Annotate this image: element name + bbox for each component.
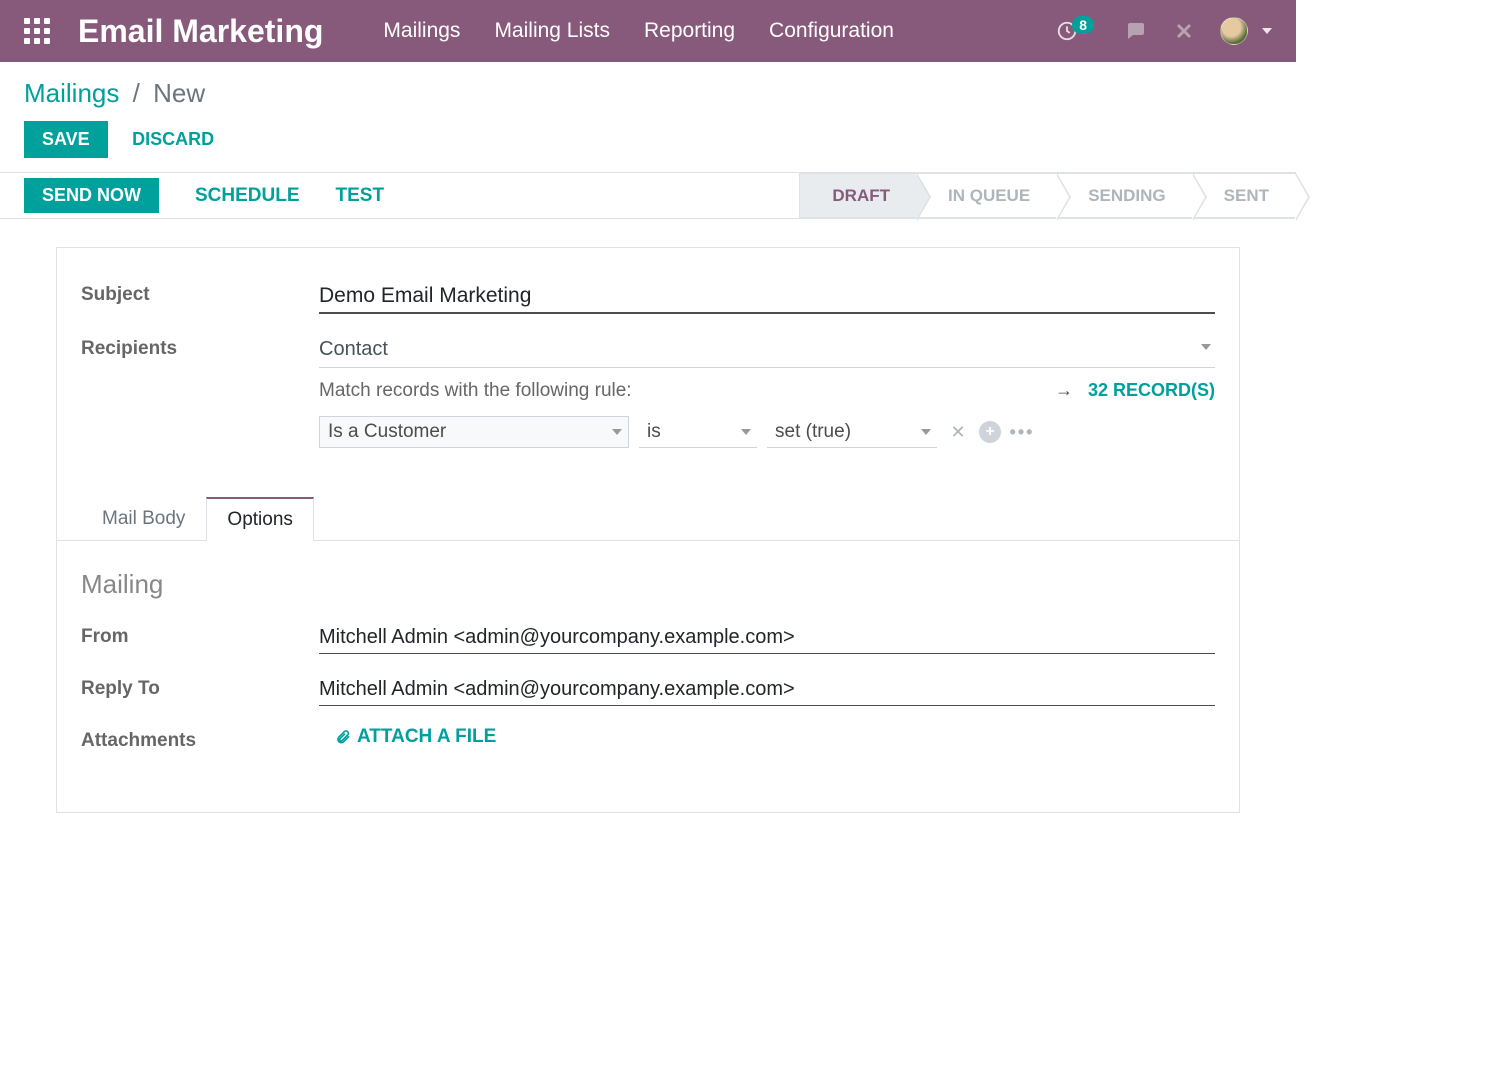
breadcrumb-root[interactable]: Mailings xyxy=(24,78,119,108)
status-step-in-queue[interactable]: IN QUEUE xyxy=(916,173,1056,218)
rule-field-select[interactable]: Is a Customer xyxy=(319,416,629,448)
user-menu-caret-icon[interactable] xyxy=(1262,28,1272,34)
recipients-select[interactable]: Contact xyxy=(319,334,1215,368)
tabs: Mail Body Options xyxy=(57,496,1239,541)
chevron-down-icon xyxy=(612,429,622,435)
rule-operator-select[interactable]: is xyxy=(639,417,757,448)
discuss-icon[interactable] xyxy=(1124,19,1148,43)
status-step-sending[interactable]: SENDING xyxy=(1056,173,1191,218)
recipients-value: Contact xyxy=(319,338,388,360)
arrow-right-icon: → xyxy=(1055,380,1073,400)
status-steps: DRAFT IN QUEUE SENDING SENT xyxy=(799,173,1296,218)
from-input[interactable] xyxy=(319,622,1215,654)
match-rule-text: Match records with the following rule: xyxy=(319,380,632,401)
discard-button[interactable]: DISCARD xyxy=(132,129,214,150)
attach-file-button[interactable]: ATTACH A FILE xyxy=(335,726,496,748)
reply-to-label: Reply To xyxy=(81,674,319,700)
chevron-down-icon xyxy=(741,429,751,435)
activities-indicator[interactable]: 8 xyxy=(1056,20,1100,42)
status-bar: SEND NOW SCHEDULE TEST DRAFT IN QUEUE SE… xyxy=(0,173,1296,219)
status-step-sent[interactable]: SENT xyxy=(1192,173,1296,218)
tab-mail-body[interactable]: Mail Body xyxy=(81,497,206,541)
nav-links: Mailings Mailing Lists Reporting Configu… xyxy=(383,19,1056,43)
chevron-down-icon xyxy=(1201,344,1211,350)
nav-link-reporting[interactable]: Reporting xyxy=(644,19,735,43)
section-title-mailing: Mailing xyxy=(81,569,1215,600)
send-now-button[interactable]: SEND NOW xyxy=(24,178,159,213)
user-avatar[interactable] xyxy=(1220,17,1248,45)
nav-link-mailings[interactable]: Mailings xyxy=(383,19,460,43)
test-button[interactable]: TEST xyxy=(318,173,403,218)
domain-rule-row: Is a Customer is set (true) ✕ + xyxy=(319,416,1215,448)
breadcrumb-current: New xyxy=(153,78,205,108)
delete-rule-icon[interactable]: ✕ xyxy=(947,422,969,443)
save-button[interactable]: SAVE xyxy=(24,121,108,158)
recipients-label: Recipients xyxy=(81,334,319,360)
rule-value-select[interactable]: set (true) xyxy=(767,417,937,448)
tab-options[interactable]: Options xyxy=(206,497,313,541)
reply-to-input[interactable] xyxy=(319,674,1215,706)
tools-icon[interactable] xyxy=(1172,19,1196,43)
schedule-button[interactable]: SCHEDULE xyxy=(177,173,318,218)
control-panel: Mailings / New SAVE DISCARD xyxy=(0,62,1296,173)
subject-input[interactable] xyxy=(319,280,1215,314)
from-label: From xyxy=(81,622,319,648)
apps-launcher-icon[interactable] xyxy=(24,18,50,44)
paperclip-icon xyxy=(335,728,351,746)
status-step-draft[interactable]: DRAFT xyxy=(799,173,916,218)
add-rule-icon[interactable]: + xyxy=(979,421,1001,443)
chevron-down-icon xyxy=(921,429,931,435)
nav-link-mailing-lists[interactable]: Mailing Lists xyxy=(494,19,610,43)
subject-label: Subject xyxy=(81,280,319,306)
breadcrumb: Mailings / New xyxy=(24,78,1272,109)
nav-link-configuration[interactable]: Configuration xyxy=(769,19,894,43)
top-navbar: Email Marketing Mailings Mailing Lists R… xyxy=(0,0,1296,62)
app-title: Email Marketing xyxy=(78,13,323,50)
attachments-label: Attachments xyxy=(81,726,319,752)
more-rule-icon[interactable]: ••• xyxy=(1011,422,1033,443)
records-count-link[interactable]: → 32 RECORD(S) xyxy=(1055,380,1215,401)
form-sheet: Subject Recipients Contact Match records… xyxy=(56,247,1240,813)
options-pane: Mailing From Reply To Attachments ATTA xyxy=(57,541,1239,752)
activities-count-badge: 8 xyxy=(1072,16,1094,34)
